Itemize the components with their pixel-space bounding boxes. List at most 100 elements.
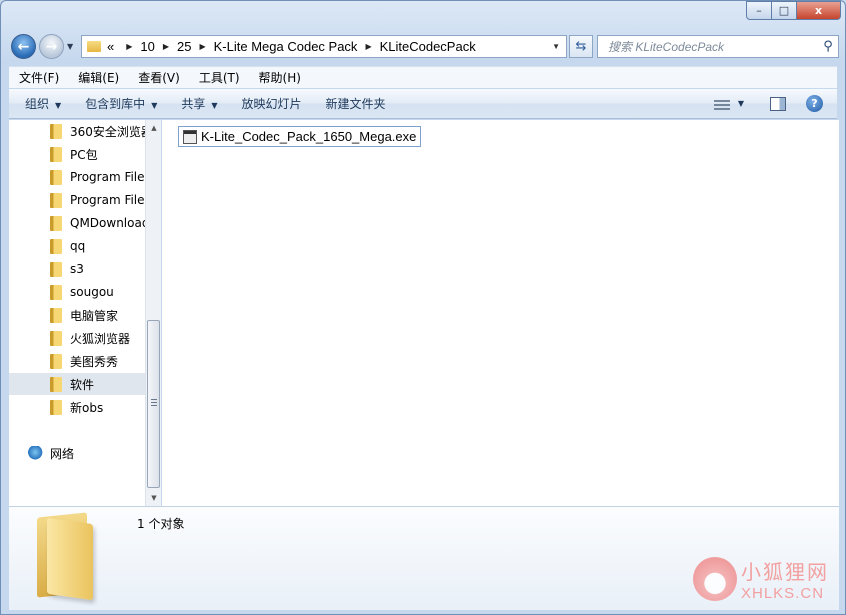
tree-item-folder[interactable]: 火狐浏览器 [9,327,145,349]
menu-help[interactable]: 帮助(H) [249,69,310,86]
file-name: K-Lite_Codec_Pack_1650_Mega.exe [201,129,417,144]
new-folder-button[interactable]: 新建文件夹 [310,95,394,112]
folder-icon [50,192,62,208]
organize-button[interactable]: 组织 ▼ [9,95,69,112]
menu-edit[interactable]: 编辑(E) [68,69,128,86]
folder-icon [50,330,62,346]
close-button[interactable]: x [797,1,841,20]
tree-item-label: 新obs [70,400,104,415]
minimize-button[interactable]: – [746,1,772,20]
recent-pages-dropdown[interactable]: ▼ [67,42,73,51]
tree-item-network[interactable]: 网络 [9,442,145,464]
address-overflow[interactable]: « [107,39,114,54]
exe-file-icon [183,129,197,144]
address-bar[interactable]: « ▶ 10 ▶ 25 ▶ K-Lite Mega Codec Pack ▶ K… [81,35,567,58]
network-icon [28,446,44,460]
tree-item-label: qq [70,239,86,253]
crumb-klitecodecpack[interactable]: KLiteCodecPack [380,39,476,54]
tree-item-folder[interactable]: QMDownload [9,212,145,234]
refresh-button[interactable]: ⇆ [569,35,593,58]
folder-icon [50,284,62,300]
tree-item-folder[interactable]: 360安全浏览器 [9,120,145,142]
folder-large-icon [33,512,93,601]
tree-item-label: 火狐浏览器 [70,331,131,346]
item-count: 1 个对象 [137,517,185,531]
scrollbar-thumb[interactable] [147,320,160,488]
folder-icon [50,353,62,369]
scroll-up-icon[interactable]: ▲ [146,120,162,136]
tree-item-label: s3 [70,262,84,276]
caption-buttons: – □ x [746,1,841,20]
preview-pane-icon[interactable] [770,96,786,111]
views-icon[interactable] [713,97,730,110]
arrow-right-icon: → [45,38,58,55]
help-icon[interactable]: ? [806,95,823,112]
tree-item-folder[interactable]: 电脑管家 [9,304,145,326]
navigation-pane: 360安全浏览器 PC包 Program Files Program Files… [9,120,145,506]
refresh-icon: ⇆ [575,39,587,54]
folder-icon [50,376,62,392]
forward-button[interactable]: → [39,34,64,59]
tree-item-label: 软件 [70,377,95,392]
watermark-cn: 小狐狸网 [741,560,829,584]
crumb-arrow-icon[interactable]: ▶ [163,42,169,51]
include-in-library-label: 包含到库中 [85,97,146,111]
maximize-button[interactable]: □ [772,1,797,20]
tree-item-label: QMDownload [70,216,145,230]
tree-item-folder[interactable]: 新obs [9,396,145,418]
address-dropdown-icon[interactable]: ▼ [552,42,560,51]
fox-logo-icon [693,557,737,601]
share-button[interactable]: 共享 ▼ [165,95,225,112]
tree-item-folder-selected[interactable]: 软件 [9,373,145,395]
include-in-library-button[interactable]: 包含到库中 ▼ [69,95,165,112]
navigation-bar: ← → ▼ « ▶ 10 ▶ 25 ▶ K-Lite Mega Codec Pa… [9,32,839,60]
tree-item-folder[interactable]: s3 [9,258,145,280]
navpane-scrollbar[interactable]: ▲ ▼ [145,120,161,506]
crumb-arrow-icon[interactable]: ▶ [365,42,371,51]
menu-file[interactable]: 文件(F) [9,69,68,86]
folder-icon [50,399,62,415]
chevron-down-icon: ▼ [151,101,158,110]
crumb-k-lite-mega-codec-pack[interactable]: K-Lite Mega Codec Pack [214,39,358,54]
menu-tools[interactable]: 工具(T) [189,69,249,86]
crumb-arrow-icon: ▶ [126,42,133,51]
tree-item-label: 360安全浏览器 [70,124,145,139]
views-dropdown-icon[interactable]: ▼ [738,99,744,108]
tree-item-folder[interactable]: 美图秀秀 [9,350,145,372]
crumb-10[interactable]: 10 [140,39,154,54]
tree-item-label: PC包 [70,147,98,162]
search-box[interactable]: 搜索 KLiteCodecPack ⚲ [597,35,839,58]
search-input[interactable]: 搜索 KLiteCodecPack [598,38,818,55]
crumb-arrow-icon[interactable]: ▶ [199,42,205,51]
chevron-down-icon: ▼ [211,101,218,110]
folder-icon [50,238,62,254]
menu-view[interactable]: 查看(V) [128,69,189,86]
chevron-down-icon: ▼ [55,101,62,110]
search-icon[interactable]: ⚲ [818,39,838,54]
share-label: 共享 [181,97,206,111]
explorer-window: – □ x ← → ▼ « ▶ 10 ▶ 25 ▶ K-Lite Mega Co… [0,0,846,615]
tree-item-label: 电脑管家 [70,308,119,323]
tree-item-label: sougou [70,285,114,299]
tree-item-label: Program Files [70,193,145,207]
folder-icon [87,41,101,52]
folder-icon [50,169,62,185]
slideshow-button[interactable]: 放映幻灯片 [226,95,310,112]
toolbar-right: ▼ ? [713,95,837,112]
tree-item-folder[interactable]: PC包 [9,143,145,165]
folder-icon [50,261,62,277]
crumb-25[interactable]: 25 [177,39,191,54]
scroll-down-icon[interactable]: ▼ [146,490,162,506]
folder-icon [50,307,62,323]
file-item[interactable]: K-Lite_Codec_Pack_1650_Mega.exe [178,126,422,147]
back-button[interactable]: ← [11,34,36,59]
folder-icon [50,123,62,139]
tree-item-folder[interactable]: qq [9,235,145,257]
tree-item-folder[interactable]: Program Files [9,166,145,188]
details-pane: 1 个对象 小狐狸网 XHLKS.CN [9,506,839,610]
watermark-logo: 小狐狸网 XHLKS.CN [693,556,829,602]
tree-item-folder[interactable]: Program Files [9,189,145,211]
tree-item-label: 美图秀秀 [70,354,119,369]
tree-item-label: 网络 [50,446,75,461]
tree-item-folder[interactable]: sougou [9,281,145,303]
